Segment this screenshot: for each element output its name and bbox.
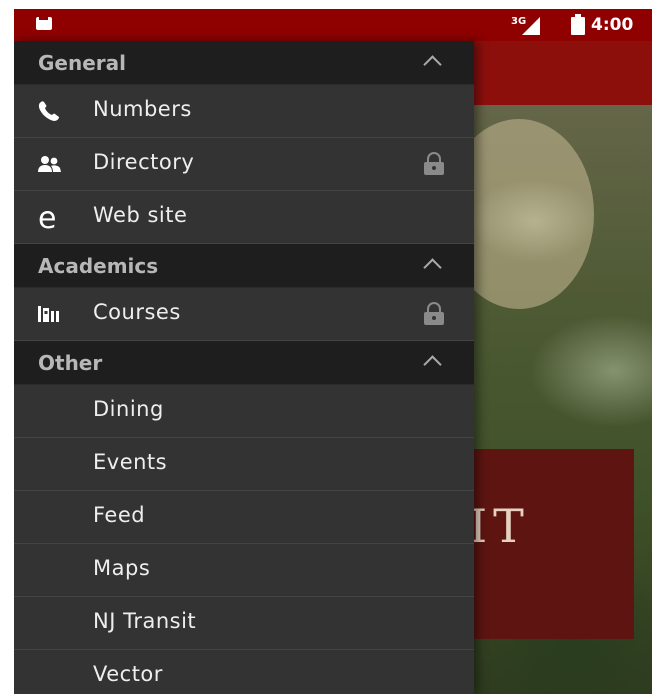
signal-icon — [522, 17, 540, 35]
menu-item-label: Vector — [93, 662, 163, 686]
menu-item-label: Events — [93, 450, 168, 474]
section-header-other[interactable]: Other — [14, 341, 474, 385]
chevron-up-icon[interactable] — [423, 55, 442, 74]
menu-item-label: NJ Transit — [93, 609, 197, 633]
menu-item-dining[interactable]: Dining — [14, 385, 474, 438]
navigation-drawer: General Numbers Directory e Web site Aca… — [14, 41, 474, 694]
lock-icon — [424, 302, 444, 325]
menu-item-nj-transit[interactable]: NJ Transit — [14, 597, 474, 650]
menu-item-web-site[interactable]: e Web site — [14, 191, 474, 244]
menu-item-maps[interactable]: Maps — [14, 544, 474, 597]
sd-card-icon — [36, 17, 52, 30]
section-title: Other — [38, 351, 103, 375]
phone-icon — [38, 101, 59, 121]
status-bar: 3G 4:00 — [14, 9, 652, 41]
menu-item-label: Courses — [93, 300, 181, 324]
menu-item-label: Maps — [93, 556, 151, 580]
menu-item-label: Numbers — [93, 97, 192, 121]
chevron-up-icon[interactable] — [423, 258, 442, 277]
menu-item-courses[interactable]: Courses — [14, 288, 474, 341]
section-title: General — [38, 51, 126, 75]
books-icon — [38, 306, 59, 322]
menu-item-label: Directory — [93, 150, 195, 174]
menu-item-label: Feed — [93, 503, 146, 527]
web-e-icon: e — [38, 203, 56, 231]
menu-item-feed[interactable]: Feed — [14, 491, 474, 544]
svg-text:e: e — [38, 203, 56, 231]
menu-item-directory[interactable]: Directory — [14, 138, 474, 191]
battery-icon — [571, 14, 585, 35]
status-time: 4:00 — [591, 15, 634, 35]
phone-screen: IT 3G 4:00 General Numbers Directory e W… — [14, 9, 652, 694]
menu-item-label: Dining — [93, 397, 164, 421]
menu-item-label: Web site — [93, 203, 188, 227]
menu-item-events[interactable]: Events — [14, 438, 474, 491]
section-header-academics[interactable]: Academics — [14, 244, 474, 288]
menu-item-vector[interactable]: Vector — [14, 650, 474, 694]
background-sign-text: IT — [469, 499, 530, 553]
section-header-general[interactable]: General — [14, 41, 474, 85]
section-title: Academics — [38, 254, 159, 278]
chevron-up-icon[interactable] — [423, 355, 442, 374]
lock-icon — [424, 152, 444, 175]
people-icon — [38, 156, 61, 172]
menu-item-numbers[interactable]: Numbers — [14, 85, 474, 138]
